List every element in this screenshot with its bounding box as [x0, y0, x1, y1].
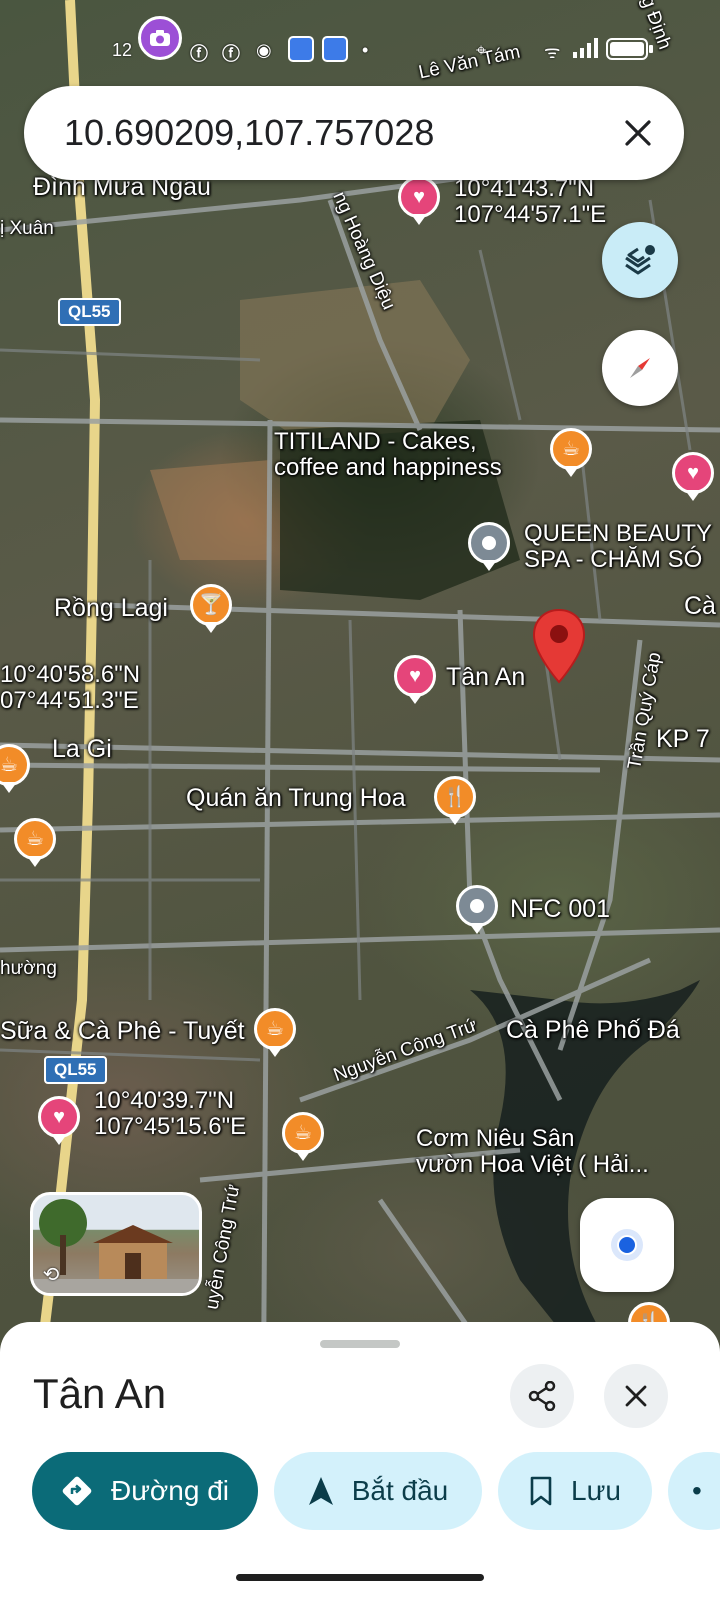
share-icon — [528, 1381, 556, 1411]
shield-icon — [322, 36, 348, 62]
directions-label: Đường đi — [110, 1475, 230, 1506]
wifi-icon: ᯤ — [544, 42, 561, 62]
app-icon: ◉ — [256, 40, 272, 60]
street-view-thumbnail[interactable]: ⟲ — [30, 1192, 202, 1296]
bar-pin[interactable]: 🍸 — [190, 584, 232, 633]
shield-icon — [288, 36, 314, 62]
search-bar[interactable]: 10.690209,107.757028 — [24, 86, 684, 180]
dot-icon — [470, 899, 484, 913]
place-label-quan-an-trung-hoa[interactable]: Quán ăn Trung Hoa — [186, 784, 406, 813]
fork-knife-icon: 🍴 — [442, 786, 468, 808]
rotate-360-icon: ⟲ — [42, 1264, 60, 1286]
ql55-shield-bottom: QL55 — [44, 1056, 107, 1084]
restaurant-pin[interactable]: 🍴 — [434, 776, 476, 825]
place-label-la-gi: La Gi — [52, 735, 112, 763]
place-label-xuan: ị Xuân — [0, 218, 54, 239]
heart-icon: ♥ — [409, 665, 421, 687]
place-label-kp: KP 7 — [656, 725, 710, 753]
selected-location-marker[interactable] — [532, 608, 586, 684]
heart-icon: ♥ — [687, 462, 699, 484]
place-label-rong-lagi[interactable]: Rồng Lagi — [54, 594, 168, 623]
place-label-sua-ca-phe[interactable]: Sữa & Cà Phê - Tuyết — [0, 1017, 245, 1046]
heart-icon: ♥ — [413, 186, 425, 208]
drag-handle[interactable] — [320, 1340, 400, 1348]
coordinate-label-1[interactable]: 10°41'43.7"N 107°44'57.1"E — [454, 176, 606, 228]
compass-icon — [630, 358, 650, 378]
place-label-queen-beauty[interactable]: QUEEN BEAUTY SPA - CHĂM SÓ — [524, 521, 712, 573]
place-bottom-sheet[interactable]: Tân An Đường đi Bắt đầu Lưu • — [0, 1322, 720, 1600]
cafe-pin[interactable]: ☕ — [550, 428, 592, 477]
clear-search-button[interactable] — [608, 103, 668, 163]
place-label-tan-an[interactable]: Tân An — [446, 663, 525, 692]
cafe-pin[interactable]: ☕ — [254, 1008, 296, 1057]
ql55-shield-top: QL55 — [58, 298, 121, 326]
my-location-icon — [611, 1229, 643, 1261]
dot-icon: • — [362, 40, 369, 60]
place-label-ca-phe-pho-da[interactable]: Cà Phê Phố Đá — [506, 1016, 680, 1045]
cafe-pin[interactable]: ☕ — [14, 818, 56, 867]
facebook-icon: ⓕ — [190, 44, 208, 64]
bookmark-icon — [529, 1476, 553, 1506]
saved-heart-pin[interactable]: ♥ — [672, 452, 714, 501]
cocktail-icon: 🍸 — [198, 594, 224, 616]
coffee-icon: ☕ — [0, 754, 18, 776]
place-label-ca[interactable]: Cà — [684, 592, 716, 621]
close-icon — [625, 1385, 647, 1407]
location-icon: ⌖ — [476, 40, 487, 60]
place-pin[interactable] — [456, 885, 498, 934]
start-label: Bắt đầu — [351, 1475, 449, 1506]
place-label-nfc-001[interactable]: NFC 001 — [510, 895, 610, 924]
heart-icon: ♥ — [53, 1106, 65, 1128]
status-bar: 12 ⓕ ⓕ ◉ • ⌖ ᯤ — [0, 0, 720, 80]
coffee-icon: ☕ — [26, 828, 44, 850]
directions-button[interactable]: Đường đi — [32, 1452, 258, 1530]
signal-icon — [573, 38, 598, 58]
place-label-com-nieu[interactable]: Cơm Niêu Sân vườn Hoa Việt ( Hải... — [416, 1126, 649, 1178]
saved-heart-pin[interactable]: ♥ — [38, 1096, 80, 1145]
place-label-titiland[interactable]: TITILAND - Cakes, coffee and happiness — [274, 429, 502, 481]
coordinate-label-3[interactable]: 10°40'39.7"N 107°45'15.6"E — [94, 1088, 246, 1140]
place-title: Tân An — [33, 1370, 167, 1417]
place-label-phuong: hường — [0, 958, 57, 979]
navigation-arrow-icon — [308, 1476, 334, 1506]
layers-button[interactable] — [602, 222, 678, 298]
saved-heart-pin[interactable]: ♥ — [398, 176, 440, 225]
layers-icon — [625, 245, 655, 275]
start-button[interactable]: Bắt đầu — [274, 1452, 482, 1530]
coordinate-label-2[interactable]: 10°40'58.6"N 07°44'51.3"E — [0, 662, 140, 714]
close-sheet-button[interactable] — [604, 1364, 668, 1428]
place-pin[interactable] — [468, 522, 510, 571]
save-button[interactable]: Lưu — [498, 1452, 652, 1530]
camera-app-icon — [138, 16, 182, 60]
coffee-icon: ☕ — [562, 438, 580, 460]
search-input[interactable]: 10.690209,107.757028 — [64, 112, 608, 154]
cafe-pin[interactable]: ☕ — [282, 1112, 324, 1161]
directions-icon — [61, 1475, 93, 1507]
saved-heart-pin[interactable]: ♥ — [394, 655, 436, 704]
facebook-icon: ⓕ — [222, 44, 240, 64]
coffee-icon: ☕ — [294, 1122, 312, 1144]
compass-button[interactable] — [602, 330, 678, 406]
battery-icon — [606, 38, 653, 60]
save-label: Lưu — [571, 1475, 621, 1506]
coffee-icon: ☕ — [266, 1018, 284, 1040]
dot-icon — [482, 536, 496, 550]
more-actions-button[interactable]: • — [668, 1452, 720, 1530]
my-location-button[interactable] — [580, 1198, 674, 1292]
share-button[interactable] — [510, 1364, 574, 1428]
more-icon: • — [692, 1475, 702, 1506]
status-time: 12 — [112, 40, 133, 60]
gesture-navigation-bar[interactable] — [236, 1574, 484, 1581]
close-icon — [625, 120, 651, 146]
